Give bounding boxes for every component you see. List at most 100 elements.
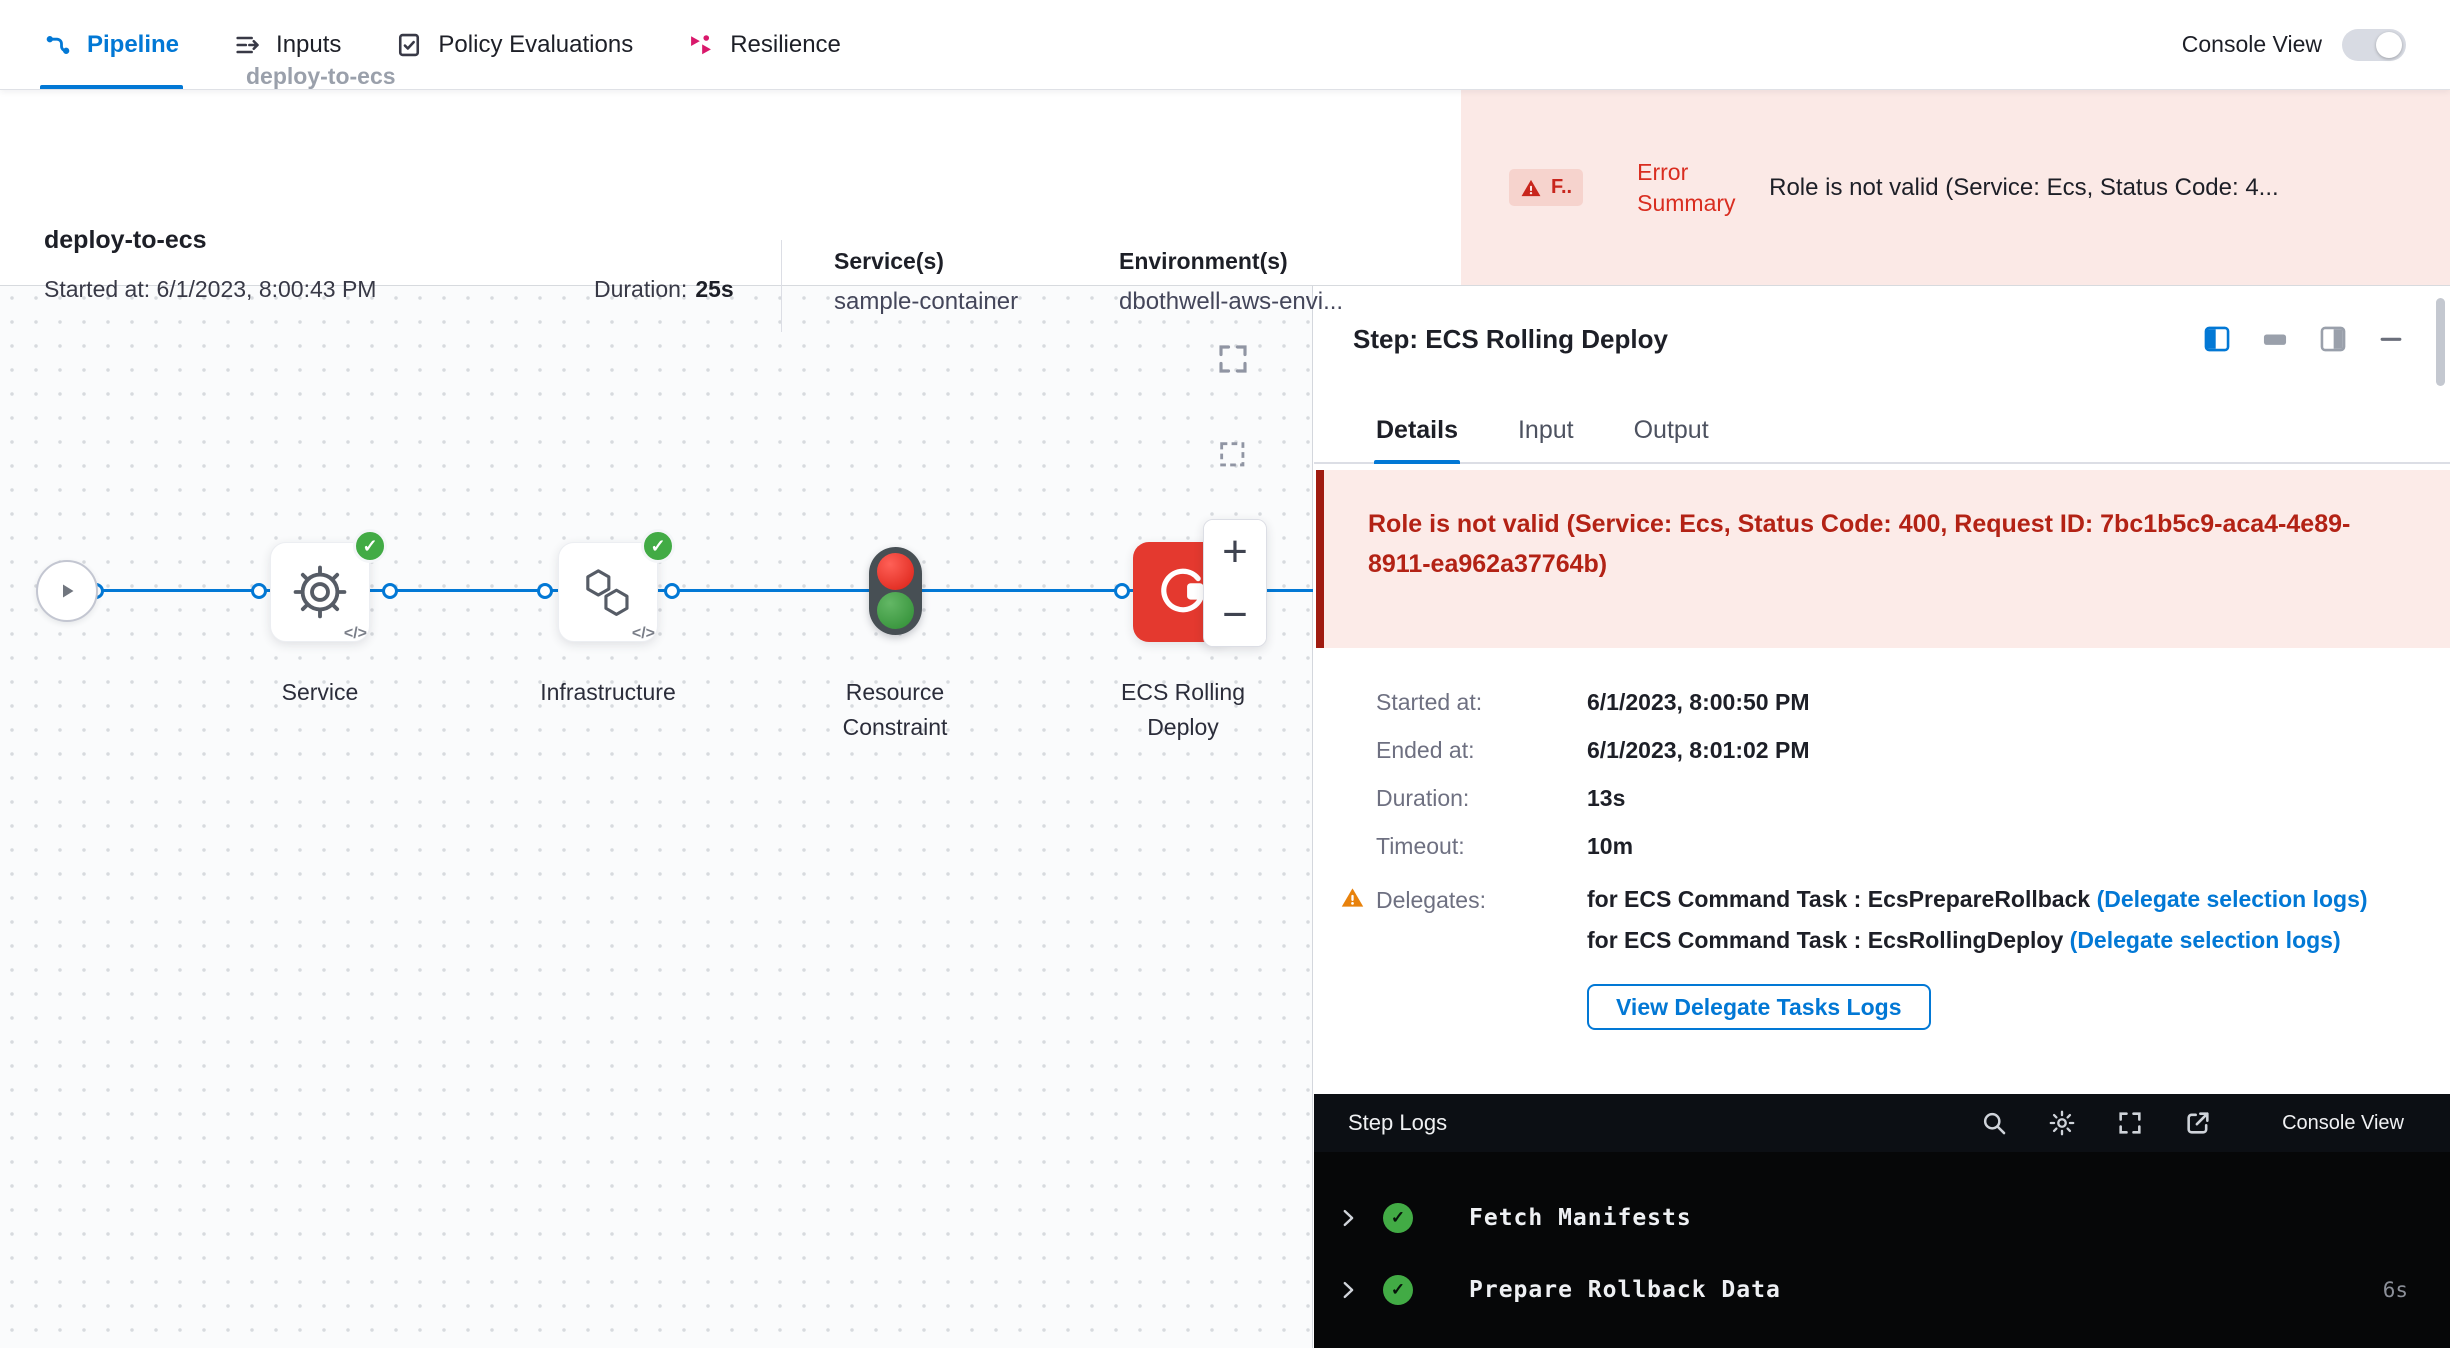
detail-row-duration: Duration: 13s [1376,774,2414,822]
edge-connector-dot [382,583,398,599]
nav-tabs: Pipeline Inputs Policy Evaluations Resil… [44,0,841,89]
tab-resilience-label: Resilience [730,31,841,59]
delegate-selection-logs-link[interactable]: (Delegate selection logs) [2070,927,2341,953]
tab-policy-evaluations[interactable]: Policy Evaluations [395,0,633,89]
pipeline-edge [658,589,869,592]
step-logs: Step Logs Console View [1314,1094,2450,1348]
zoom-controls: + − [1203,519,1267,647]
warning-icon [1340,885,1365,910]
fullscreen-icon[interactable] [2116,1109,2144,1137]
services-column: Service(s) sample-container [834,248,1018,316]
delegate-selection-logs-link[interactable]: (Delegate selection logs) [2097,886,2368,912]
execution-header: deploy-to-ecs Started at: 6/1/2023, 8:00… [0,90,2450,286]
breadcrumb: deploy-to-ecs [246,63,396,90]
node-label-infrastructure: Infrastructure [523,675,693,710]
step-details: Started at: 6/1/2023, 8:00:50 PM Ended a… [1376,678,2414,1030]
step-logs-header: Step Logs Console View [1314,1094,2450,1152]
detail-row-timeout: Timeout: 10m [1376,822,2414,870]
gear-icon[interactable] [2048,1109,2076,1137]
console-view-toggle[interactable] [2342,29,2406,61]
pipeline-title: deploy-to-ecs [44,226,207,255]
detail-row-ended: Ended at: 6/1/2023, 8:01:02 PM [1376,726,2414,774]
tab-pipeline[interactable]: Pipeline [44,0,179,89]
step-details-panel: Step: ECS Rolling Deploy Details Input O… [1314,286,2450,1348]
tab-resilience[interactable]: Resilience [687,0,841,89]
play-icon [55,579,79,603]
inputs-icon [233,31,261,59]
pipeline-icon [44,31,72,59]
chevron-right-icon[interactable] [1337,1207,1361,1229]
node-service[interactable]: </> [270,542,370,642]
delegates-label: Delegates: [1376,887,1486,913]
pipeline-edge [98,589,270,592]
layout-split-right-button[interactable] [2320,326,2346,352]
warning-icon [1520,177,1542,199]
code-icon: </> [344,625,367,643]
layout-split-left-button[interactable] [2204,326,2230,352]
services-value[interactable]: sample-container [834,288,1018,316]
log-section-fetch-manifests[interactable]: Fetch Manifests [1314,1182,2450,1254]
log-section-prepare-rollback-data[interactable]: Prepare Rollback Data 6s [1314,1254,2450,1326]
hexagons-icon [579,563,637,621]
environments-label: Environment(s) [1119,248,1343,275]
failed-badge: F.. [1509,169,1583,206]
delegate-entry: for ECS Command Task : EcsPrepareRollbac… [1587,884,2368,915]
started-at-text: Started at: 6/1/2023, 8:00:43 PM [44,276,376,303]
gear-icon [291,563,349,621]
services-label: Service(s) [834,248,1018,275]
canvas-fullscreen-button[interactable] [1208,334,1258,384]
pipeline-edge [370,589,558,592]
success-check-icon [1383,1203,1413,1233]
node-infrastructure[interactable]: </> [558,542,658,642]
failed-badge-label: F.. [1551,176,1572,199]
duration-value: 25s [695,276,733,302]
error-summary-text: Role is not valid (Service: Ecs, Status … [1769,174,2450,202]
canvas-select-button[interactable] [1208,430,1258,480]
step-detail-tabs: Details Input Output [1314,398,2450,464]
panel-scrollbar[interactable] [2436,298,2445,386]
zoom-in-button[interactable]: + [1204,520,1266,583]
pipeline-canvas[interactable]: </> </> + − Service Infrastructure Resou… [0,286,1313,1348]
edge-connector-dot [664,583,680,599]
console-view-button[interactable]: Console View [2282,1104,2404,1142]
step-logs-body: Fetch Manifests Prepare Rollback Data 6s [1314,1152,2450,1348]
detail-row-delegates: Delegates: for ECS Command Task : EcsPre… [1376,884,2414,966]
success-check-icon [1383,1275,1413,1305]
minimize-panel-button[interactable] [2378,326,2404,352]
edge-connector-dot [537,583,553,599]
tab-details[interactable]: Details [1376,398,1458,462]
node-resource-constraint[interactable] [869,547,922,635]
zoom-out-button[interactable]: − [1204,583,1266,646]
duration-label: Duration: [594,276,687,302]
external-link-icon[interactable] [2184,1109,2212,1137]
tab-inputs-label: Inputs [276,31,341,59]
green-light-icon [877,592,914,629]
toggle-knob [2376,32,2402,58]
node-label-resource-constraint: Resource Constraint [810,675,980,745]
tab-output[interactable]: Output [1634,398,1709,462]
chevron-right-icon[interactable] [1337,1279,1361,1301]
panel-title: Step: ECS Rolling Deploy [1353,324,1668,355]
pipeline-start-node[interactable] [36,560,98,622]
pipeline-edge [922,589,1133,592]
environments-column: Environment(s) dbothwell-aws-envi... [1119,248,1343,316]
node-label-ecs-rolling-deploy: ECS Rolling Deploy [1098,675,1268,745]
success-badge [641,529,675,563]
edge-connector-dot [1114,583,1130,599]
layout-bottom-button[interactable] [2262,326,2288,352]
tab-policy-evaluations-label: Policy Evaluations [438,31,633,59]
search-icon[interactable] [1981,1110,2008,1137]
detail-row-started: Started at: 6/1/2023, 8:00:50 PM [1376,678,2414,726]
error-summary-strip: F.. Error Summary Role is not valid (Ser… [1461,90,2450,285]
error-summary-label: Error Summary [1637,157,1769,219]
red-light-icon [877,553,914,590]
view-delegate-tasks-logs-button[interactable]: View Delegate Tasks Logs [1587,984,1931,1030]
policy-evaluations-icon [395,31,423,59]
edge-connector-dot [251,583,267,599]
environments-value[interactable]: dbothwell-aws-envi... [1119,288,1343,316]
success-badge [353,529,387,563]
node-label-service: Service [235,675,405,710]
resilience-icon [687,31,715,59]
code-icon: </> [632,625,655,643]
tab-input[interactable]: Input [1518,398,1574,462]
